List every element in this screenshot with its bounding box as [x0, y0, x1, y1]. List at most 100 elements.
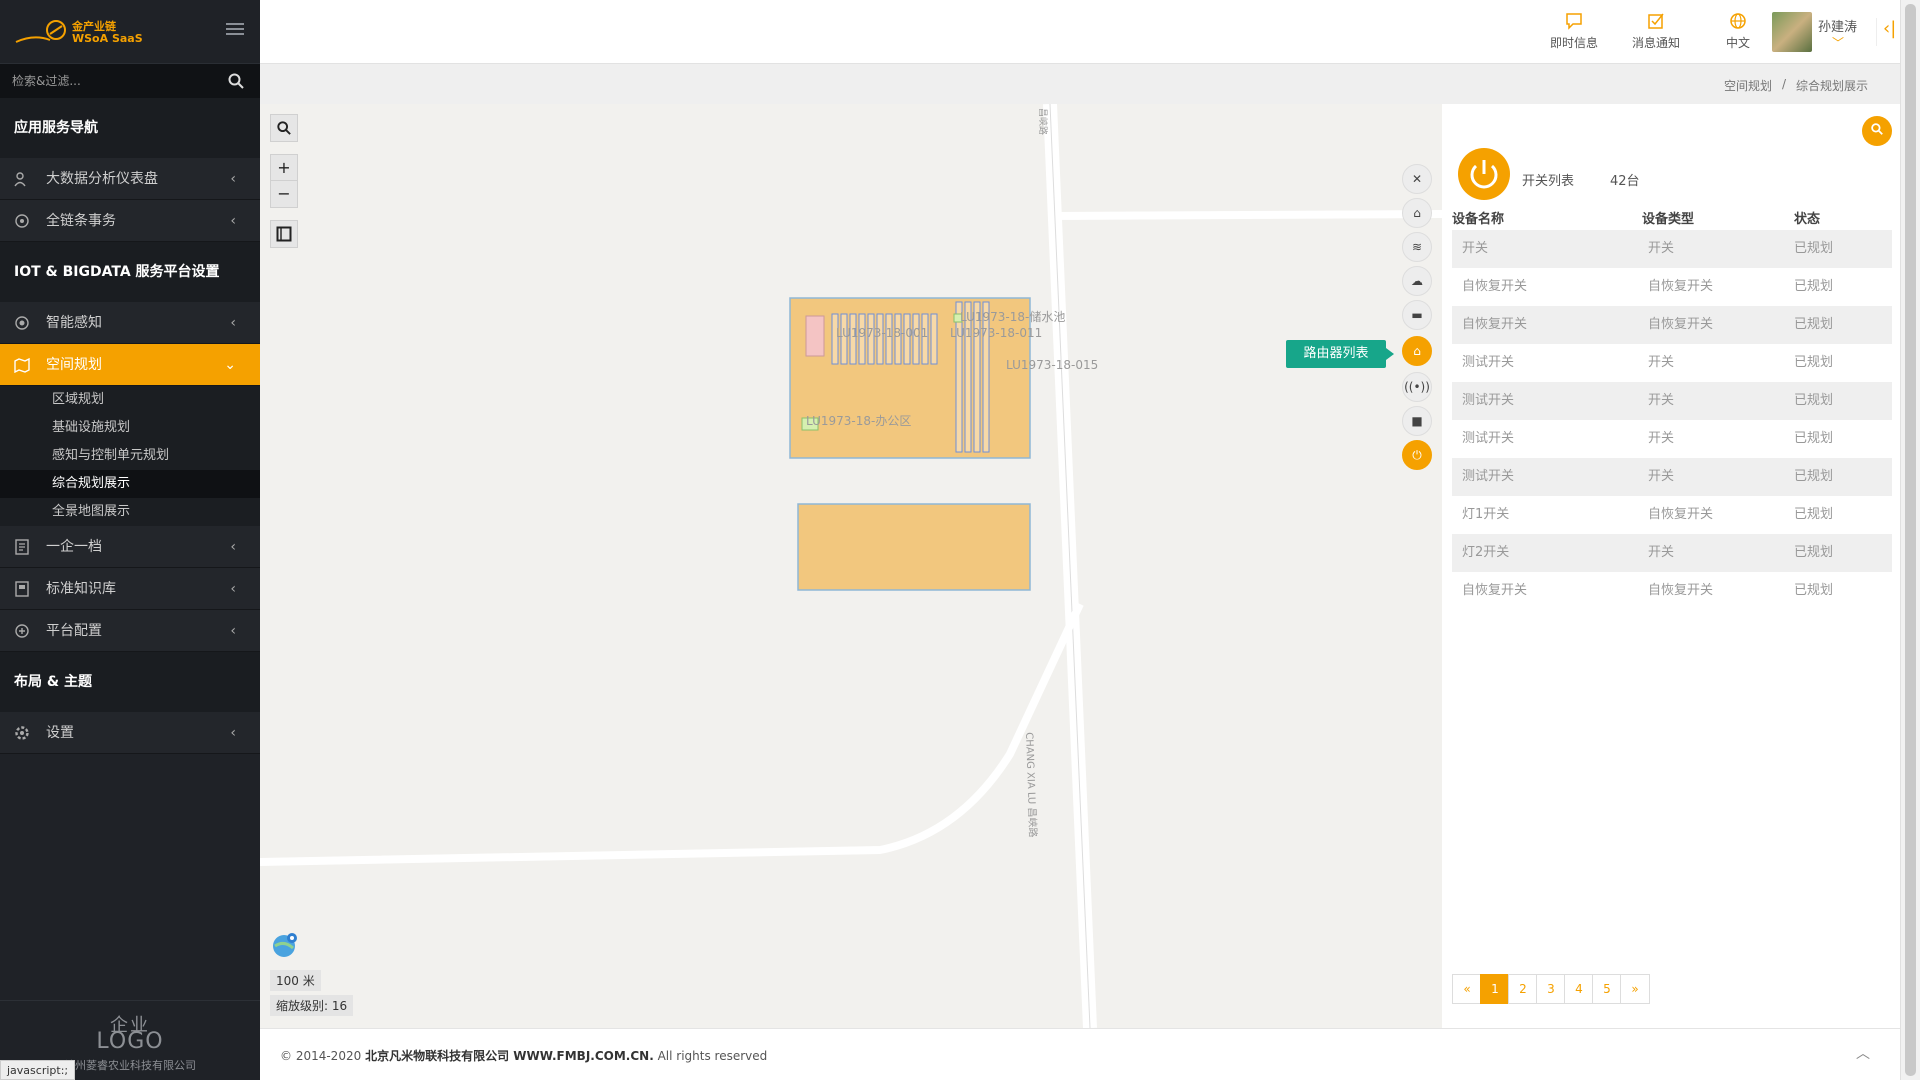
layer-router-button[interactable]: ⌂ [1402, 336, 1432, 366]
scrollbar-thumb[interactable] [1905, 4, 1916, 1076]
breadcrumb-parent[interactable]: 空间规划 [1724, 77, 1772, 94]
table-row[interactable]: 测试开关 开关 已规划 [1452, 458, 1892, 496]
layer-cloud-button[interactable]: ☁ [1402, 266, 1432, 296]
instant-message-button[interactable]: 即时信息 [1550, 12, 1598, 51]
minus-icon: − [277, 184, 291, 203]
road-curve [260, 602, 1084, 866]
power-icon: ⏻ [1412, 448, 1422, 462]
user-menu[interactable]: 孙建涛 ﹀ [1772, 12, 1892, 52]
signal-icon: ((•)) [1404, 380, 1430, 394]
table-row[interactable]: 自恢复开关 自恢复开关 已规划 [1452, 268, 1892, 306]
chevron-left-icon: ‹ [230, 581, 236, 597]
notification-label: 消息通知 [1632, 36, 1681, 50]
table-row[interactable]: 测试开关 开关 已规划 [1452, 382, 1892, 420]
table-row[interactable]: 灯1开关 自恢复开关 已规划 [1452, 496, 1892, 534]
submenu-item-panorama[interactable]: 全景地图展示 [0, 498, 260, 526]
cell-device-type: 自恢复开关 [1648, 317, 1714, 332]
panel-count: 42台 [1610, 174, 1640, 189]
submenu-item-sense-unit[interactable]: 感知与控制单元规划 [0, 442, 260, 470]
sidebar-item-platform[interactable]: 平台配置 ‹ [0, 610, 260, 652]
sidebar-item-onefile[interactable]: 一企一档 ‹ [0, 526, 260, 568]
page-prev[interactable]: « [1452, 974, 1482, 1004]
table-row[interactable]: 自恢复开关 自恢复开关 已规划 [1452, 572, 1892, 610]
map-search-button[interactable] [270, 114, 298, 142]
layer-building-button[interactable]: ⌂ [1402, 198, 1432, 228]
router-list-tooltip: 路由器列表 [1286, 340, 1394, 368]
map-layer [260, 104, 1442, 1028]
sidebar-item-chain[interactable]: 全链条事务 ‹ [0, 200, 260, 242]
language-label: 中文 [1726, 36, 1751, 50]
layer-signal-button[interactable]: ((•)) [1402, 372, 1432, 402]
brand-logo[interactable]: 金产业链 WSoA SaaS [14, 16, 164, 50]
page-scrollbar[interactable] [1900, 0, 1920, 1080]
search-icon[interactable] [228, 73, 244, 89]
sidebar-item-bigdata[interactable]: 大数据分析仪表盘 ‹ [0, 158, 260, 200]
greenhouse-icon: ≋ [1411, 240, 1423, 254]
page-4[interactable]: 4 [1564, 974, 1594, 1004]
layer-greenhouse-button[interactable]: ≋ [1402, 232, 1432, 262]
map-canvas[interactable]: LU1973-18-储水池 LU1973-18-001 LU1973-18-01… [260, 104, 1442, 1028]
map-label-office: LU1973-18-办公区 [806, 414, 912, 428]
fullscreen-button[interactable] [270, 220, 298, 248]
cell-device-type: 自恢复开关 [1648, 507, 1714, 522]
search-icon [277, 121, 291, 135]
cell-device-type: 自恢复开关 [1648, 279, 1714, 294]
top-header: 即时信息 消息通知 中文 孙建涛 ﹀ ‹| [260, 0, 1900, 64]
page-5[interactable]: 5 [1592, 974, 1622, 1004]
close-layers-button[interactable]: ✕ [1402, 164, 1432, 194]
settings-icon [15, 624, 29, 638]
submenu-item-overview[interactable]: 综合规划展示 [0, 470, 260, 498]
sidebar-item-sense[interactable]: 智能感知 ‹ [0, 302, 260, 344]
page-2[interactable]: 2 [1508, 974, 1538, 1004]
chevron-left-icon: ‹ [230, 725, 236, 741]
collapse-panel-icon[interactable]: ‹| [1876, 18, 1896, 46]
cell-device-name: 灯2开关 [1462, 545, 1510, 560]
layer-camera-button[interactable]: ■ [1402, 406, 1432, 436]
cell-device-type: 开关 [1648, 355, 1675, 370]
submenu-item-region[interactable]: 区域规划 [0, 386, 260, 414]
sidebar-item-kb[interactable]: 标准知识库 ‹ [0, 568, 260, 610]
power-icon [1458, 148, 1510, 200]
cell-status: 已规划 [1794, 583, 1834, 598]
table-row[interactable]: 测试开关 开关 已规划 [1452, 344, 1892, 382]
map-label-road-top: 昌峡路 [1037, 108, 1047, 136]
browser-status-bar: javascript:; [0, 1060, 76, 1080]
layer-gateway-button[interactable]: ▬ [1402, 300, 1432, 330]
cog-icon [15, 214, 29, 228]
chevron-up-icon[interactable]: ︿ [1856, 1043, 1870, 1063]
sidebar-item-label: 设置 [46, 725, 74, 741]
camera-icon: ■ [1411, 414, 1423, 428]
plot-area-2[interactable] [797, 503, 1031, 591]
user-chart-icon [14, 172, 26, 187]
page-1[interactable]: 1 [1480, 974, 1510, 1004]
page-next[interactable]: » [1620, 974, 1650, 1004]
notification-button[interactable]: 消息通知 [1632, 12, 1680, 51]
cell-status: 已规划 [1794, 545, 1834, 560]
sidebar-search-input[interactable] [0, 64, 260, 98]
panel-search-button[interactable] [1862, 116, 1892, 146]
zoom-out-button[interactable]: − [270, 180, 298, 208]
globe-pin-icon[interactable] [272, 932, 298, 958]
column-header-type: 设备类型 [1642, 212, 1695, 227]
table-row[interactable]: 测试开关 开关 已规划 [1452, 420, 1892, 458]
cell-device-name: 测试开关 [1462, 469, 1515, 484]
sidebar-item-settings[interactable]: 设置 ‹ [0, 712, 260, 754]
menu-toggle-icon[interactable] [226, 23, 244, 37]
table-row[interactable]: 开关 开关 已规划 [1452, 230, 1892, 268]
copyright-years: © 2014-2020 [280, 1049, 362, 1063]
checkbox-icon [1648, 13, 1664, 29]
cell-device-type: 开关 [1648, 393, 1675, 408]
copyright-company: 北京凡米物联科技有限公司 WWW.FMBJ.COM.CN. [365, 1049, 654, 1063]
submenu-item-infra[interactable]: 基础设施规划 [0, 414, 260, 442]
page-3[interactable]: 3 [1536, 974, 1566, 1004]
table-row[interactable]: 灯2开关 开关 已规划 [1452, 534, 1892, 572]
table-row[interactable]: 自恢复开关 自恢复开关 已规划 [1452, 306, 1892, 344]
language-button[interactable]: 中文 [1726, 12, 1750, 51]
router-icon: ⌂ [1413, 344, 1421, 358]
chevron-down-icon: ⌄ [224, 357, 236, 373]
sidebar-item-label: 智能感知 [46, 315, 102, 331]
book-icon [15, 581, 29, 597]
sidebar-item-space[interactable]: 空间规划 ⌄ [0, 344, 260, 386]
layer-switch-button[interactable]: ⏻ [1402, 440, 1432, 470]
zoom-in-button[interactable]: + [270, 154, 298, 182]
